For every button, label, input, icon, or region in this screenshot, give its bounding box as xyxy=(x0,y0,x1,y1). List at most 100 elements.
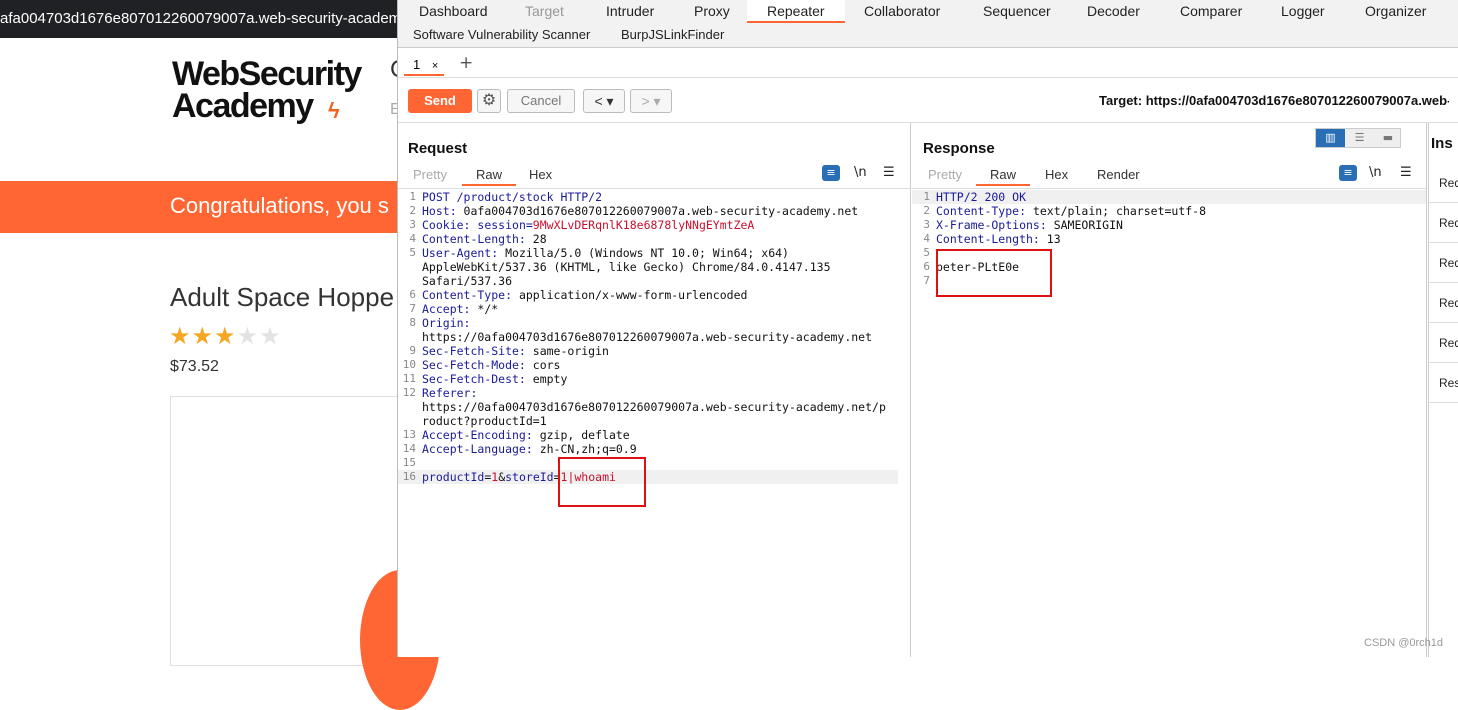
tab-dashboard[interactable]: Dashboard xyxy=(419,3,488,19)
back-history-button[interactable]: < ▾ xyxy=(583,89,625,113)
layout-tabs-icon[interactable]: ▬ xyxy=(1374,129,1402,147)
code-text: Safari/537.36 xyxy=(422,274,512,288)
line-number: 15 xyxy=(402,456,416,469)
header-value: zh-CN,zh;q=0.9 xyxy=(532,442,637,456)
logo-bolt-icon: ϟ xyxy=(328,98,340,123)
menu-icon[interactable]: ☰ xyxy=(1400,165,1412,180)
header-key: Host: xyxy=(422,204,457,218)
line-number: 5 xyxy=(923,246,930,259)
code-line: 1 POST /product/stock HTTP/2 xyxy=(398,190,910,204)
repeater-subtab-bar: 1 × + xyxy=(398,48,1458,78)
header-key: Referer: xyxy=(422,386,478,400)
layout-horizontal-icon[interactable]: ☰ xyxy=(1345,129,1374,147)
line-number: 2 xyxy=(923,204,930,217)
line-number: 2 xyxy=(409,204,416,217)
line-number: 13 xyxy=(402,428,416,441)
code-line: roduct?productId=1 xyxy=(398,414,910,428)
line-number: 11 xyxy=(402,372,416,385)
tab-decoder[interactable]: Decoder xyxy=(1087,3,1140,19)
code-text: Accept: */* xyxy=(422,302,498,316)
wrap-lines-icon[interactable]: ≡ xyxy=(1339,165,1357,181)
tab-hex[interactable]: Hex xyxy=(1045,167,1068,182)
code-text: Sec-Fetch-Site: same-origin xyxy=(422,344,609,358)
newline-toggle-icon[interactable]: \n xyxy=(854,165,867,180)
tab-intruder[interactable]: Intruder xyxy=(606,3,654,19)
inspector-section[interactable]: Req xyxy=(1429,163,1458,203)
star-icon: ★ xyxy=(191,322,215,350)
header-key: Sec-Fetch-Dest: xyxy=(422,372,526,386)
star-icon: ★ xyxy=(214,322,237,350)
tab-comparer[interactable]: Comparer xyxy=(1180,3,1242,19)
header-value: */* xyxy=(470,302,499,316)
line-number: 6 xyxy=(923,260,930,273)
tab-sequencer[interactable]: Sequencer xyxy=(983,3,1051,19)
line-number: 1 xyxy=(409,190,416,203)
code-text: Origin: xyxy=(422,316,470,330)
response-panel: ▥ ☰ ▬ Response Pretty Raw Hex Render ≡ \… xyxy=(912,123,1427,657)
code-text: Referer: xyxy=(422,386,477,400)
tab-target[interactable]: Target xyxy=(525,3,564,19)
line-number: 7 xyxy=(923,274,930,287)
code-line: 9 Sec-Fetch-Site: same-origin xyxy=(398,344,910,358)
code-text: Sec-Fetch-Dest: empty xyxy=(422,372,567,386)
header-key: User-Agent: xyxy=(422,246,499,260)
repeater-tab-1[interactable]: 1 × xyxy=(404,50,444,76)
header-key: X-Frame-Options: xyxy=(936,218,1047,232)
newline-toggle-icon[interactable]: \n xyxy=(1369,165,1382,180)
star-icon: ★ xyxy=(169,322,192,350)
tab-burpjslinkfinder[interactable]: BurpJSLinkFinder xyxy=(621,27,724,42)
add-tab-button[interactable]: + xyxy=(459,53,473,73)
wrap-lines-icon[interactable]: ≡ xyxy=(822,165,840,181)
request-title: Request xyxy=(408,140,468,157)
line-number: 12 xyxy=(402,386,416,399)
menu-icon[interactable]: ☰ xyxy=(883,165,895,180)
layout-split-icon[interactable]: ▥ xyxy=(1316,129,1345,147)
tab-repeater[interactable]: Repeater xyxy=(747,0,845,23)
header-value: Safari/537.36 xyxy=(422,274,513,288)
gear-icon[interactable]: ⚙ xyxy=(477,89,501,113)
code-text: Content-Type: application/x-www-form-url… xyxy=(422,288,747,302)
inspector-section[interactable]: Req xyxy=(1429,203,1458,243)
code-line: 8 Origin: xyxy=(398,316,910,330)
code-text: User-Agent: Mozilla/5.0 (Windows NT 10.0… xyxy=(422,246,789,260)
header-key: Accept-Encoding: xyxy=(422,428,533,442)
tab-proxy[interactable]: Proxy xyxy=(694,3,730,19)
header-key: Accept: xyxy=(422,302,471,316)
line-number: 3 xyxy=(923,218,930,231)
inspector-section[interactable]: Req xyxy=(1429,283,1458,323)
tab-collaborator[interactable]: Collaborator xyxy=(864,3,940,19)
line-number: 3 xyxy=(409,218,416,231)
inspector-section[interactable]: Req xyxy=(1429,323,1458,363)
send-button[interactable]: Send xyxy=(408,89,472,113)
address-bar[interactable]: afa004703d1676e807012260079007a.web-secu… xyxy=(0,0,400,38)
param-name: productId xyxy=(422,470,485,484)
close-icon[interactable]: × xyxy=(432,60,438,72)
code-line: 6 Content-Type: application/x-www-form-ur… xyxy=(398,288,910,302)
tab-raw[interactable]: Raw xyxy=(462,167,517,186)
tab-render[interactable]: Render xyxy=(1097,167,1140,182)
line-number: 4 xyxy=(923,232,930,245)
tab-logger[interactable]: Logger xyxy=(1281,3,1325,19)
cancel-button[interactable]: Cancel xyxy=(507,89,575,113)
header-value: gzip, deflate xyxy=(532,428,630,442)
inspector-section[interactable]: Req xyxy=(1429,243,1458,283)
inspector-section[interactable]: Res xyxy=(1429,363,1458,403)
tab-raw[interactable]: Raw xyxy=(976,167,1031,186)
forward-history-button[interactable]: > ▾ xyxy=(630,89,672,113)
header-key: Origin: xyxy=(422,316,471,330)
header-value: same-origin xyxy=(525,344,609,358)
target-label[interactable]: Target: https://0afa004703d1676e80701226… xyxy=(1099,93,1449,108)
tab-pretty[interactable]: Pretty xyxy=(928,167,962,182)
code-text: Content-Length: 13 xyxy=(936,232,1061,246)
tab-software-vulnerability-scanner[interactable]: Software Vulnerability Scanner xyxy=(413,27,590,42)
output-highlight-box xyxy=(936,249,1052,297)
tab-hex[interactable]: Hex xyxy=(529,167,552,182)
tab-organizer[interactable]: Organizer xyxy=(1365,3,1426,19)
code-line: 4 Content-Length: 28 xyxy=(398,232,910,246)
code-text: Content-Length: 28 xyxy=(422,232,547,246)
code-line: 12 Referer: xyxy=(398,386,910,400)
code-line: 4 Content-Length: 13 xyxy=(912,232,1426,246)
header-value: empty xyxy=(525,372,568,386)
tab-pretty[interactable]: Pretty xyxy=(413,167,447,182)
logo-line-1: WebSecurity xyxy=(172,55,362,93)
